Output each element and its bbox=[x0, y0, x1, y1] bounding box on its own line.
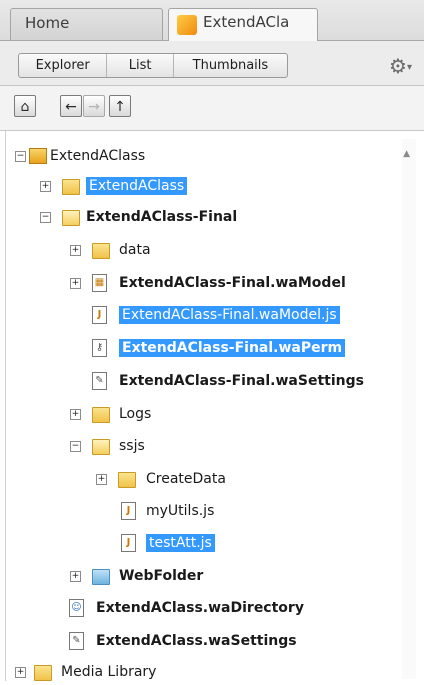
open-folder-icon bbox=[92, 439, 110, 455]
tree-item-label: ssjs bbox=[119, 438, 145, 454]
expand-icon[interactable]: + bbox=[70, 571, 81, 582]
tree-item-label: ExtendAClass.waDirectory bbox=[96, 600, 304, 616]
tree-item-label: ExtendAClass-Final.waModel.js bbox=[119, 306, 340, 324]
tree-item-label: ExtendAClass-Final bbox=[86, 209, 238, 225]
back-arrow-icon: ← bbox=[65, 99, 77, 115]
tree-item-label: ExtendAClass bbox=[50, 148, 146, 164]
scroll-up-icon[interactable]: ▲ bbox=[403, 149, 410, 159]
directory-file-icon: ☺ bbox=[69, 599, 84, 617]
tree-item-label: Media Library bbox=[61, 664, 157, 680]
tree-item-ssjs[interactable]: − ssjs bbox=[6, 435, 306, 459]
tab-home-label: Home bbox=[25, 14, 70, 32]
forward-arrow-icon: → bbox=[88, 99, 100, 115]
tree-item-label: testAtt.js bbox=[146, 534, 215, 552]
view-toolbar: Explorer List Thumbnails ⚙▾ bbox=[0, 41, 424, 86]
thumbnails-button[interactable]: Thumbnails bbox=[174, 54, 287, 77]
chevron-down-icon: ▾ bbox=[406, 62, 412, 73]
file-tree[interactable]: ▲ − ExtendAClass + ExtendAClass − Extend… bbox=[5, 131, 420, 681]
navigation-toolbar: ⌂ ← → ↑ bbox=[0, 86, 424, 131]
tree-item-wadirectory[interactable]: ☺ ExtendAClass.waDirectory bbox=[6, 597, 366, 621]
expand-icon[interactable]: + bbox=[70, 409, 81, 420]
home-icon: ⌂ bbox=[20, 99, 30, 115]
collapse-icon[interactable]: − bbox=[15, 151, 26, 162]
expand-icon[interactable]: + bbox=[15, 667, 26, 678]
tab-active-label: ExtendACla bbox=[203, 13, 290, 31]
tree-item-extendaclass-final[interactable]: − ExtendAClass-Final bbox=[6, 206, 336, 230]
key-icon: ⚷ bbox=[92, 339, 107, 357]
tree-item-label: ExtendAClass-Final.waPerm bbox=[119, 339, 346, 357]
tree-item-wamodel[interactable]: + ▦ ExtendAClass-Final.waModel bbox=[6, 272, 386, 296]
js-file-icon: J bbox=[92, 306, 107, 324]
tree-item-root[interactable]: − ExtendAClass bbox=[6, 145, 306, 169]
tree-item-label: ExtendAClass-Final.waSettings bbox=[119, 373, 364, 389]
home-button[interactable]: ⌂ bbox=[14, 95, 36, 117]
js-file-icon: J bbox=[121, 534, 136, 552]
tab-home[interactable]: Home bbox=[10, 8, 163, 40]
folder-icon bbox=[118, 472, 136, 488]
tree-item-wasettings[interactable]: ✎ ExtendAClass-Final.waSettings bbox=[6, 370, 396, 394]
view-segmented-control: Explorer List Thumbnails bbox=[18, 53, 288, 78]
project-icon bbox=[177, 15, 197, 35]
web-folder-icon bbox=[92, 569, 110, 585]
up-arrow-icon: ↑ bbox=[114, 99, 126, 115]
collapse-icon[interactable]: − bbox=[70, 441, 81, 452]
list-button[interactable]: List bbox=[107, 54, 174, 77]
tree-item-waperm[interactable]: ⚷ ExtendAClass-Final.waPerm bbox=[6, 337, 386, 361]
gear-icon: ⚙ bbox=[389, 54, 407, 78]
tree-item-label: Logs bbox=[119, 406, 152, 422]
tab-extendaclass[interactable]: ExtendACla bbox=[168, 8, 318, 41]
forward-button[interactable]: → bbox=[83, 95, 105, 117]
tree-item-data[interactable]: + data bbox=[6, 239, 306, 263]
tree-item-webfolder[interactable]: + WebFolder bbox=[6, 565, 306, 589]
js-file-icon: J bbox=[121, 502, 136, 520]
tree-item-label: data bbox=[119, 242, 151, 258]
tree-item-root-wasettings[interactable]: ✎ ExtendAClass.waSettings bbox=[6, 630, 366, 654]
wrench-icon: ✎ bbox=[92, 372, 107, 390]
tree-item-extendaclass[interactable]: + ExtendAClass bbox=[6, 175, 306, 199]
tree-item-label: ExtendAClass-Final.waModel bbox=[119, 275, 346, 291]
solution-folder-icon bbox=[62, 179, 80, 195]
tree-item-label: ExtendAClass.waSettings bbox=[96, 633, 297, 649]
tree-item-label: ExtendAClass bbox=[86, 177, 188, 195]
explorer-button[interactable]: Explorer bbox=[19, 54, 108, 77]
folder-icon bbox=[34, 665, 52, 681]
tree-item-label: myUtils.js bbox=[146, 503, 215, 519]
tree-item-label: CreateData bbox=[146, 471, 226, 487]
folder-icon bbox=[92, 407, 110, 423]
tree-item-label: WebFolder bbox=[119, 568, 204, 584]
back-button[interactable]: ← bbox=[60, 95, 82, 117]
tab-bar: Home ExtendACla bbox=[0, 0, 424, 41]
project-folder-icon bbox=[62, 210, 80, 226]
settings-menu-button[interactable]: ⚙▾ bbox=[389, 54, 412, 78]
tree-item-media-library[interactable]: + Media Library bbox=[6, 661, 306, 685]
scrollbar[interactable] bbox=[402, 139, 416, 679]
tree-item-myutils[interactable]: J myUtils.js bbox=[6, 500, 306, 524]
expand-icon[interactable]: + bbox=[96, 474, 107, 485]
expand-icon[interactable]: + bbox=[40, 181, 51, 192]
wrench-icon: ✎ bbox=[69, 632, 84, 650]
tree-item-createdata[interactable]: + CreateData bbox=[6, 468, 306, 492]
expand-icon[interactable]: + bbox=[70, 278, 81, 289]
up-button[interactable]: ↑ bbox=[109, 95, 131, 117]
model-file-icon: ▦ bbox=[92, 274, 107, 292]
collapse-icon[interactable]: − bbox=[40, 212, 51, 223]
tree-item-testatt[interactable]: J testAtt.js bbox=[6, 532, 306, 556]
folder-icon bbox=[92, 243, 110, 259]
tree-item-wamodel-js[interactable]: J ExtendAClass-Final.waModel.js bbox=[6, 304, 386, 328]
tree-item-logs[interactable]: + Logs bbox=[6, 403, 306, 427]
project-icon bbox=[29, 148, 47, 164]
expand-icon[interactable]: + bbox=[70, 245, 81, 256]
